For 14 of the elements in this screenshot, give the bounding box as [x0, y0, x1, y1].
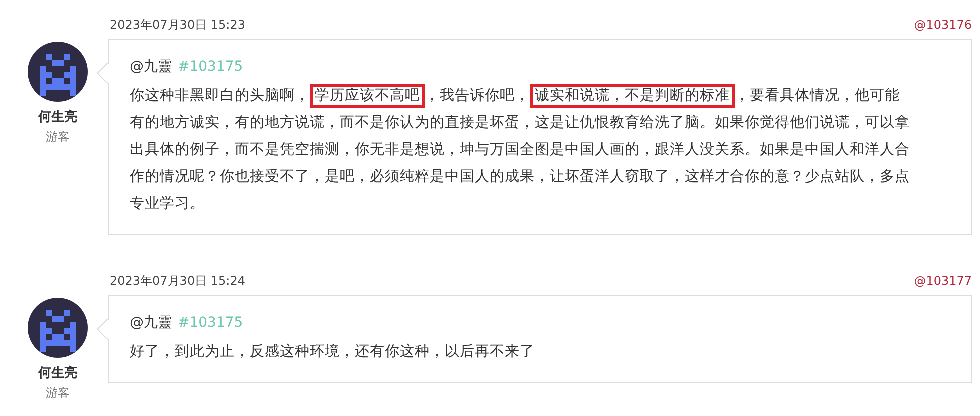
avatar-icon [28, 42, 88, 102]
author-name: 何生亮 [38, 366, 78, 382]
user-role: 游客 [46, 130, 70, 145]
comment-text: 你这种非黑即白的头脑啊， 学历应该不高吧 ，我告诉你吧， 诚实和说谎，不是判断的标准 ，要看具体情况，他可能有的地方诚实，有的地方说谎，而不是你认为的直接是坏蛋，这是让仇恨教育给洗了脑。如果你觉得他们说谎，可以拿出具体的例子，而不是凭空揣测，你无非是想说，坤与万国全图是中国人画的，跟洋人没关系。如果是中国人和洋人合作的情况呢？你也接受不了，是吧，必须纯粹是中国人的成果，让坏蛋洋人窃取了，这样才合你的意？少点站队，多点专业学习。 [130, 83, 910, 218]
reply-user-link[interactable]: @九靈 [130, 313, 172, 333]
reply-user-link[interactable]: @九靈 [130, 57, 172, 77]
comment-text: 好了，到此为止，反感这种环境，还有你这种，以后再不来了 [130, 342, 536, 362]
floor-link[interactable]: @103177 [914, 274, 972, 288]
floor-link[interactable]: @103176 [914, 18, 972, 32]
user-role: 游客 [46, 386, 70, 401]
post-date: 2023年07月30日 15:23 [110, 16, 246, 34]
post-date: 2023年07月30日 15:24 [110, 272, 246, 290]
author-name: 何生亮 [38, 110, 78, 126]
avatar-icon [28, 298, 88, 358]
